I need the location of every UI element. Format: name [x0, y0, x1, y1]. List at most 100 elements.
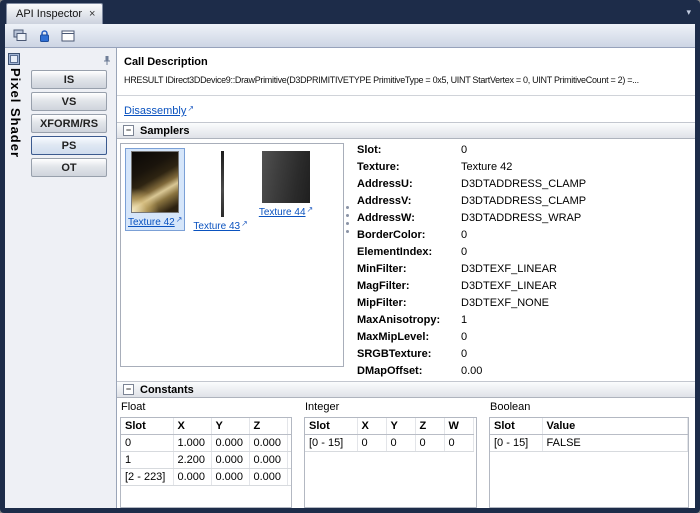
- lock-icon[interactable]: [33, 26, 55, 46]
- texture-42-link[interactable]: Texture 42↗: [128, 215, 182, 228]
- texture-list: Texture 42↗ Texture 43↗ Texture 44↗: [125, 148, 339, 235]
- property-value: 0: [461, 348, 468, 360]
- texture-42-thumbnail[interactable]: [131, 151, 180, 213]
- property-row: AddressW: D3DTADDRESS_WRAP: [357, 212, 692, 229]
- nav-button-vs[interactable]: VS: [31, 92, 107, 111]
- divider: [117, 95, 695, 96]
- property-name: AddressV:: [357, 195, 412, 207]
- boolean-table-box: Slot Value [0 - 15] FALSE: [489, 417, 689, 508]
- cell: 2.200: [173, 451, 212, 469]
- property-row: BorderColor: 0: [357, 229, 692, 246]
- cell: [0 - 15]: [305, 434, 358, 452]
- cell: 0: [386, 434, 416, 452]
- boolean-label: Boolean: [490, 401, 531, 413]
- boolean-constants-panel: Boolean Slot Value [0 - 15] FALSE: [489, 400, 689, 508]
- property-value: D3DTADDRESS_WRAP: [461, 212, 582, 224]
- table-row[interactable]: [0 - 15] FALSE: [490, 434, 688, 452]
- nav-button-xform-rs[interactable]: XFORM/RS: [31, 114, 107, 133]
- float-constants-panel: Float Slot X Y Z W 0: [120, 400, 292, 508]
- property-row: MaxMipLevel: 0: [357, 331, 692, 348]
- column-header: W: [287, 418, 291, 435]
- collapse-samplers-icon[interactable]: −: [123, 125, 134, 136]
- table-row[interactable]: 1 2.200 0.000 0.000 0.000: [121, 451, 291, 469]
- texture-44-label: Texture 44: [258, 207, 306, 218]
- call-description-title: Call Description: [124, 56, 208, 68]
- texture-item-43[interactable]: Texture 43↗: [190, 148, 250, 235]
- property-name: ElementIndex:: [357, 246, 433, 258]
- property-value: D3DTADDRESS_CLAMP: [461, 195, 587, 207]
- float-label: Float: [121, 401, 146, 413]
- chevron-down-icon[interactable]: ▾: [686, 7, 691, 18]
- property-name: Texture:: [357, 161, 400, 173]
- tab-label: API Inspector: [16, 8, 83, 20]
- cascade-windows-icon[interactable]: [9, 26, 31, 46]
- column-header: Slot: [305, 418, 358, 435]
- texture-item-42[interactable]: Texture 42↗: [125, 148, 186, 231]
- texture-43-thumbnail[interactable]: [196, 151, 245, 217]
- integer-label: Integer: [305, 401, 340, 413]
- property-row: MipFilter: D3DTEXF_NONE: [357, 297, 692, 314]
- tab-api-inspector[interactable]: API Inspector ×: [6, 3, 104, 24]
- table-row[interactable]: [0 - 15] 0 0 0 0: [305, 434, 474, 452]
- property-value: 0.00: [461, 365, 483, 377]
- pin-icon[interactable]: [102, 53, 112, 71]
- property-name: AddressU:: [357, 178, 413, 190]
- property-name: AddressW:: [357, 212, 415, 224]
- property-name: MipFilter:: [357, 297, 407, 309]
- external-link-icon: ↗: [187, 104, 195, 113]
- main-content: Call Description HRESULT IDirect3DDevice…: [117, 48, 695, 508]
- table-row[interactable]: 0 1.000 0.000 0.000 0.000: [121, 434, 291, 452]
- integer-constants-table: Slot X Y Z W [0 - 15] 0 0 0 0: [305, 418, 474, 452]
- constants-section-header: − Constants: [117, 381, 695, 398]
- property-value: D3DTEXF_LINEAR: [461, 280, 557, 292]
- texture-44-link[interactable]: Texture 44↗: [259, 205, 313, 218]
- column-header: Slot: [490, 418, 543, 435]
- property-row: SRGBTexture: 0: [357, 348, 692, 365]
- tab-close-icon[interactable]: ×: [89, 9, 95, 20]
- cell: 0.000: [249, 468, 288, 486]
- property-value: 1: [461, 314, 468, 326]
- integer-table-box: Slot X Y Z W [0 - 15] 0 0 0 0: [304, 417, 477, 508]
- disassembly-link[interactable]: Disassembly↗: [124, 104, 194, 117]
- cell: 0.000: [211, 451, 250, 469]
- property-value: D3DTEXF_NONE: [461, 297, 550, 309]
- texture-item-44[interactable]: Texture 44↗: [256, 148, 316, 221]
- nav-button-ps[interactable]: PS: [31, 136, 107, 155]
- column-header: X: [173, 418, 212, 435]
- property-name: DMapOffset:: [357, 365, 423, 377]
- cell: 0.000: [287, 434, 291, 452]
- cell: 0: [415, 434, 445, 452]
- cell: 0.000: [249, 451, 288, 469]
- property-row: MagFilter: D3DTEXF_LINEAR: [357, 280, 692, 297]
- property-name: MaxAnisotropy:: [357, 314, 441, 326]
- property-name: SRGBTexture:: [357, 348, 432, 360]
- splitter-grip[interactable]: [346, 206, 350, 238]
- property-value: 0: [461, 229, 468, 241]
- property-row: AddressU: D3DTADDRESS_CLAMP: [357, 178, 692, 195]
- table-header-row: Slot X Y Z W: [121, 418, 291, 435]
- cell: 0: [357, 434, 387, 452]
- shader-stage-nav: IS VS XFORM/RS PS OT: [31, 70, 109, 180]
- external-link-icon: ↗: [306, 205, 314, 214]
- disassembly-link-label: Disassembly: [124, 105, 187, 117]
- collapse-constants-icon[interactable]: −: [123, 384, 134, 395]
- texture-43-label: Texture 43: [193, 221, 241, 232]
- nav-button-is[interactable]: IS: [31, 70, 107, 89]
- samplers-section-title: Samplers: [140, 124, 190, 137]
- property-row: AddressV: D3DTADDRESS_CLAMP: [357, 195, 692, 212]
- window-icon[interactable]: [57, 26, 79, 46]
- cell: 0: [444, 434, 474, 452]
- property-name: BorderColor:: [357, 229, 426, 241]
- toolbar: [5, 24, 695, 48]
- api-inspector-window: API Inspector × ▾ Pixel Shader IS VS XFO…: [0, 0, 700, 513]
- panel-title: Pixel Shader: [8, 68, 23, 159]
- texture-43-link[interactable]: Texture 43↗: [193, 219, 247, 232]
- nav-button-ot[interactable]: OT: [31, 158, 107, 177]
- table-row[interactable]: [2 - 223] 0.000 0.000 0.000 0.000: [121, 468, 291, 486]
- texture-44-thumbnail[interactable]: [262, 151, 311, 203]
- call-description-text: HRESULT IDirect3DDevice9::DrawPrimitive(…: [124, 75, 639, 85]
- property-value: D3DTEXF_LINEAR: [461, 263, 557, 275]
- column-header: X: [357, 418, 387, 435]
- cell: 0.000: [249, 434, 288, 452]
- column-header: W: [444, 418, 474, 435]
